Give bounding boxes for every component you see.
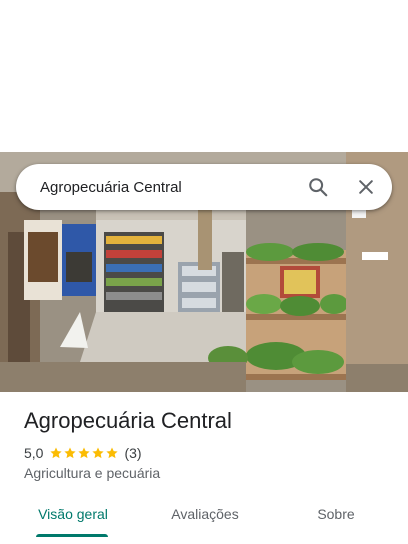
close-icon (359, 180, 373, 194)
place-tabs: Visão geral Avaliações Sobre (0, 494, 408, 538)
review-count[interactable]: (3) (124, 445, 141, 461)
active-tab-indicator (36, 534, 108, 537)
star-icon (106, 447, 119, 459)
tab-overview[interactable]: Visão geral (30, 494, 116, 534)
star-icon (78, 447, 91, 459)
search-query[interactable]: Agropecuária Central (40, 179, 298, 196)
tab-reviews[interactable]: Avaliações (160, 494, 250, 534)
place-title: Agropecuária Central (24, 408, 232, 433)
tab-about[interactable]: Sobre (306, 494, 366, 534)
rating-row[interactable]: 5,0 (3) (24, 444, 142, 462)
star-icon (92, 447, 105, 459)
search-bar[interactable]: Agropecuária Central (16, 164, 392, 210)
star-icon (50, 447, 63, 459)
rating-value: 5,0 (24, 445, 44, 461)
rating-stars (49, 446, 119, 460)
star-icon (64, 447, 77, 459)
map-blank-area (0, 0, 408, 152)
close-button[interactable] (346, 167, 386, 207)
place-category: Agricultura e pecuária (24, 465, 161, 481)
search-icon (309, 178, 328, 197)
search-button[interactable] (298, 167, 338, 207)
